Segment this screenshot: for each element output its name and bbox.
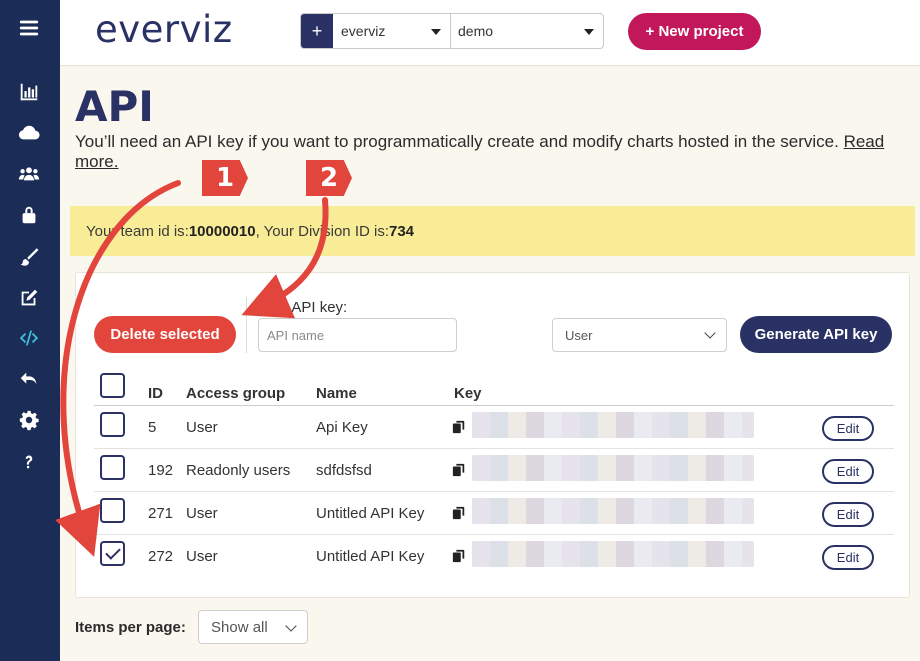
copy-icon[interactable] bbox=[452, 549, 468, 565]
api-key-value-redacted bbox=[472, 455, 754, 481]
row-checkbox[interactable] bbox=[100, 455, 125, 480]
team-id-value: 10000010 bbox=[188, 222, 256, 240]
table-row: 271 User Untitled API Key Edit bbox=[94, 492, 894, 535]
api-key-value-redacted bbox=[472, 541, 754, 567]
table-row: 272 User Untitled API Key Edit bbox=[94, 535, 894, 578]
intro-text-body: You’ll need an API key if you want to pr… bbox=[75, 132, 839, 151]
row-name: Untitled API Key bbox=[316, 505, 425, 522]
new-project-button[interactable]: + New project bbox=[628, 13, 761, 50]
caret-down-icon bbox=[584, 29, 594, 35]
logo: everviz bbox=[95, 8, 233, 51]
row-access-group: Readonly users bbox=[186, 462, 291, 479]
division-id-prefix: , Your Division ID is: bbox=[255, 222, 389, 240]
team-select-value: everviz bbox=[341, 23, 386, 39]
page-title: API bbox=[75, 82, 154, 131]
items-per-page-value: Show all bbox=[211, 618, 268, 636]
generate-api-key-button[interactable]: Generate API key bbox=[740, 316, 892, 353]
row-name: sdfdsfsd bbox=[316, 462, 372, 479]
delete-selected-button[interactable]: Delete selected bbox=[94, 316, 236, 353]
table-header-row: ID Access group Name Key bbox=[94, 369, 894, 406]
access-group-select-value: User bbox=[565, 327, 593, 343]
chevron-down-icon bbox=[704, 327, 716, 339]
api-key-value-redacted bbox=[472, 498, 754, 524]
row-name: Api Key bbox=[316, 419, 368, 436]
cloud-icon[interactable] bbox=[15, 119, 43, 147]
row-id: 5 bbox=[148, 419, 157, 436]
row-id: 271 bbox=[148, 505, 174, 522]
undo-icon[interactable] bbox=[15, 366, 43, 394]
sidebar bbox=[0, 0, 60, 661]
project-selector: + everviz demo bbox=[300, 13, 604, 49]
toolbar-divider bbox=[246, 297, 247, 353]
items-per-page-label: Items per page: bbox=[75, 619, 186, 636]
gear-icon[interactable] bbox=[15, 406, 43, 434]
menu-icon[interactable] bbox=[15, 14, 43, 42]
row-checkbox-checked[interactable] bbox=[100, 541, 125, 566]
row-access-group: User bbox=[186, 419, 218, 436]
project-select-value: demo bbox=[458, 23, 494, 39]
api-key-value-redacted bbox=[472, 412, 754, 438]
chart-icon[interactable] bbox=[15, 78, 43, 106]
copy-icon[interactable] bbox=[452, 463, 468, 479]
table-row: 5 User Api Key Edit bbox=[94, 406, 894, 449]
row-checkbox[interactable] bbox=[100, 498, 125, 523]
row-id: 272 bbox=[148, 548, 174, 565]
edit-button[interactable]: Edit bbox=[822, 545, 874, 570]
caret-down-icon bbox=[431, 29, 441, 35]
read-more-link-continued[interactable]: more. bbox=[75, 152, 118, 172]
team-id-prefix: Your team id is: bbox=[86, 222, 189, 240]
users-icon[interactable] bbox=[15, 160, 43, 188]
edit-icon[interactable] bbox=[15, 284, 43, 312]
edit-button[interactable]: Edit bbox=[822, 416, 874, 441]
lock-icon[interactable] bbox=[15, 201, 43, 229]
new-api-key-label: New API key: bbox=[258, 299, 348, 316]
team-select[interactable]: everviz bbox=[333, 14, 451, 48]
items-per-page-select[interactable]: Show all bbox=[198, 610, 308, 644]
select-all-checkbox[interactable] bbox=[100, 373, 125, 398]
copy-icon[interactable] bbox=[452, 506, 468, 522]
row-checkbox[interactable] bbox=[100, 412, 125, 437]
edit-button[interactable]: Edit bbox=[822, 502, 874, 527]
add-team-button[interactable]: + bbox=[301, 14, 333, 48]
api-keys-table: ID Access group Name Key 5 User Api Key … bbox=[94, 369, 894, 578]
copy-icon[interactable] bbox=[452, 420, 468, 436]
row-id: 192 bbox=[148, 462, 174, 479]
chevron-down-icon bbox=[285, 620, 297, 632]
top-bar: everviz + everviz demo + New project bbox=[60, 0, 920, 66]
step-2-badge: 2 bbox=[306, 160, 352, 196]
api-name-input[interactable] bbox=[258, 318, 457, 352]
brush-icon[interactable] bbox=[15, 243, 43, 271]
header-key: Key bbox=[454, 385, 482, 402]
access-group-select[interactable]: User bbox=[552, 318, 727, 352]
read-more-link[interactable]: Read bbox=[844, 132, 885, 151]
project-select[interactable]: demo bbox=[451, 14, 603, 48]
intro-text: You’ll need an API key if you want to pr… bbox=[75, 130, 920, 154]
row-access-group: User bbox=[186, 548, 218, 565]
api-keys-card: Delete selected New API key: User Genera… bbox=[75, 272, 910, 598]
row-access-group: User bbox=[186, 505, 218, 522]
header-name: Name bbox=[316, 385, 357, 402]
step-1-badge: 1 bbox=[202, 160, 248, 196]
division-id-value: 734 bbox=[388, 222, 415, 240]
header-access-group: Access group bbox=[186, 385, 286, 402]
help-icon[interactable] bbox=[15, 448, 43, 476]
table-row: 192 Readonly users sdfdsfsd Edit bbox=[94, 449, 894, 492]
edit-button[interactable]: Edit bbox=[822, 459, 874, 484]
row-name: Untitled API Key bbox=[316, 548, 425, 565]
header-id: ID bbox=[148, 385, 163, 402]
team-info-notice: Your team id is: 10000010 , Your Divisio… bbox=[70, 206, 915, 256]
code-icon[interactable] bbox=[15, 324, 43, 352]
